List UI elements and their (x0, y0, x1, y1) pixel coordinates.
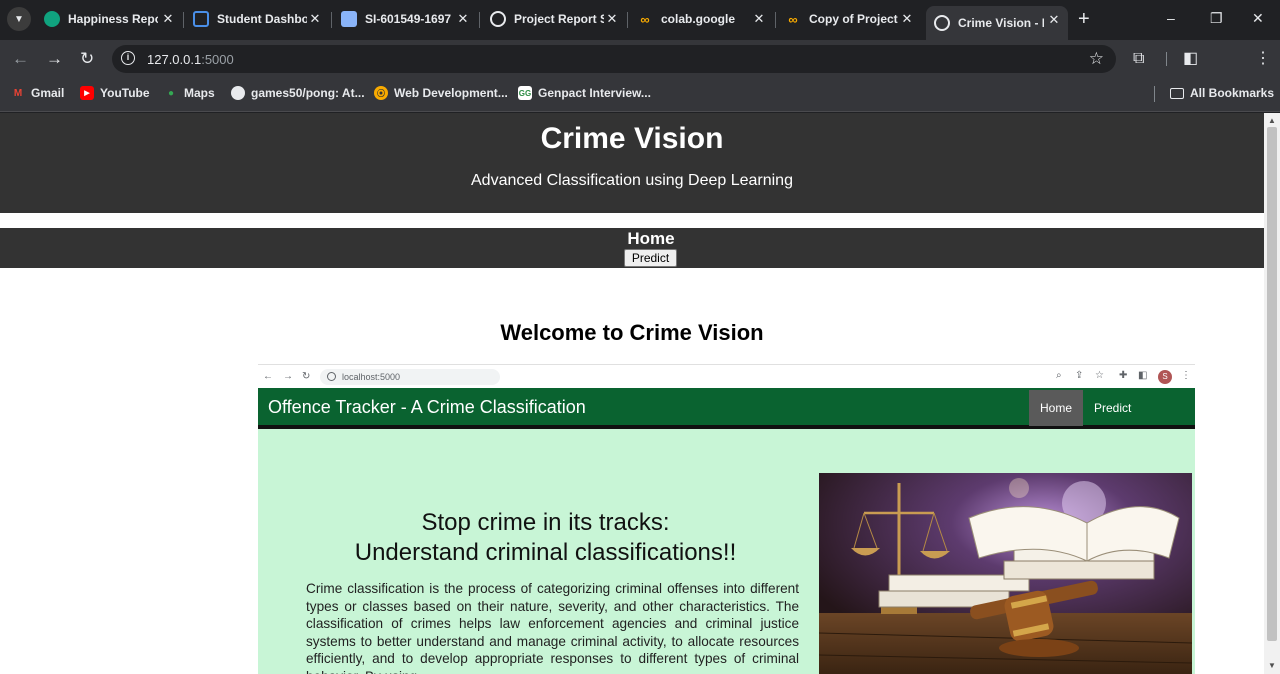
embedded-headline: Stop crime in its tracks: Understand cri… (354, 509, 737, 566)
close-tab-icon[interactable]: ✕ (307, 11, 323, 27)
embedded-screenshot: ← → ↻ localhost:5000 ⌕ ⇪ ☆ ✚ ◧ S ⋮ Offen… (258, 364, 1195, 674)
tab-colab-google[interactable]: ∞ colab.google ✕ (637, 6, 773, 32)
tab-si-document[interactable]: SI-601549-1697 ✕ (341, 6, 477, 32)
site-subtitle: Advanced Classification using Deep Learn… (471, 172, 793, 189)
browser-tabstrip: ▼ Happiness Repo ✕ Student Dashbo ✕ SI-6… (0, 0, 1280, 40)
welcome-heading: Welcome to Crime Vision (500, 320, 764, 345)
bookmark-genpact[interactable]: GG Genpact Interview... (518, 86, 651, 100)
embedded-extension-icon: ✚ (1119, 370, 1128, 381)
close-tab-icon[interactable]: ✕ (751, 11, 767, 27)
globe-icon (490, 11, 506, 27)
scroll-down-icon[interactable]: ▼ (1268, 661, 1276, 670)
geeksforgeeks-icon: GG (518, 86, 532, 100)
colab-icon: ∞ (640, 11, 650, 27)
embedded-star-icon: ☆ (1095, 370, 1104, 381)
tab-project-report[interactable]: Project Report S ✕ (490, 6, 626, 32)
bookmark-maps[interactable]: ● Maps (164, 86, 215, 100)
github-icon (231, 86, 245, 100)
embedded-navbar: Offence Tracker - A Crime Classification… (258, 388, 1195, 429)
scroll-up-icon[interactable]: ▲ (1268, 116, 1276, 125)
tab-search-button[interactable]: ▼ (7, 7, 31, 31)
back-icon[interactable]: ← (12, 49, 29, 69)
tab-happiness-report[interactable]: Happiness Repo ✕ (44, 6, 182, 32)
browser-toolbar: ← → ↻ i 127.0.0.1:5000 ☆ ⧉ ◧ ⋮ (0, 40, 1280, 109)
scrollbar-thumb[interactable] (1267, 127, 1277, 641)
folder-icon (1170, 87, 1184, 99)
bookmark-github-pong[interactable]: games50/pong: At... (231, 86, 365, 100)
embedded-share-icon: ⇪ (1075, 370, 1084, 381)
web-dev-icon: ⦿ (374, 86, 388, 100)
maps-icon: ● (167, 87, 175, 99)
nav-home-link[interactable]: Home (0, 229, 1264, 249)
all-bookmarks-button[interactable]: All Bookmarks (1170, 86, 1274, 100)
dashboard-icon (193, 11, 209, 27)
bookmark-star-icon[interactable]: ☆ (1089, 49, 1104, 69)
justice-books-gavel-image (819, 473, 1192, 674)
close-window-icon[interactable]: ✕ (1252, 10, 1264, 27)
bookmark-gmail[interactable]: M Gmail (11, 86, 65, 100)
youtube-icon: ▶ (80, 86, 94, 100)
site-info-icon[interactable]: i (121, 51, 135, 65)
reload-icon[interactable]: ↻ (80, 49, 94, 69)
site-title: Crime Vision (540, 122, 724, 155)
url-text: 127.0.0.1:5000 (147, 52, 234, 67)
embedded-menu-icon: ⋮ (1181, 370, 1191, 381)
gmail-icon: M (13, 87, 23, 99)
extensions-icon[interactable]: ⧉ (1133, 49, 1144, 69)
doc-icon (341, 11, 357, 27)
close-tab-icon[interactable]: ✕ (604, 11, 620, 27)
colab-icon: ∞ (788, 11, 798, 27)
embedded-paragraph: Crime classification is the process of c… (306, 581, 799, 674)
restore-icon[interactable]: ❐ (1210, 10, 1223, 27)
nav-predict-button[interactable]: Predict (624, 249, 677, 267)
bookmark-youtube[interactable]: ▶ YouTube (80, 86, 150, 100)
embedded-avatar: S (1158, 370, 1172, 384)
embedded-back-icon: ← (263, 371, 273, 382)
tab-copy-of-project[interactable]: ∞ Copy of Project ✕ (785, 6, 921, 32)
forward-icon[interactable]: → (46, 49, 63, 69)
embedded-nav-predict: Predict (1094, 401, 1132, 415)
openai-icon (44, 11, 60, 27)
page-scrollbar[interactable]: ▲ ▼ (1264, 113, 1280, 674)
tab-crime-vision[interactable]: Crime Vision - H ✕ (926, 6, 1068, 40)
page-viewport: Crime Vision Advanced Classification usi… (0, 113, 1264, 674)
embedded-browser-bar: ← → ↻ localhost:5000 ⌕ ⇪ ☆ ✚ ◧ S ⋮ (258, 364, 1195, 388)
embedded-brand: Offence Tracker - A Crime Classification (268, 397, 586, 417)
side-panel-icon[interactable]: ◧ (1183, 49, 1198, 69)
close-tab-icon[interactable]: ✕ (455, 11, 471, 27)
menu-kebab-icon[interactable]: ⋮ (1255, 49, 1271, 69)
site-nav: Home Predict (0, 228, 1264, 268)
close-tab-icon[interactable]: ✕ (899, 11, 915, 27)
embedded-sidepanel-icon: ◧ (1138, 370, 1148, 381)
embedded-reload-icon: ↻ (302, 371, 311, 382)
tab-student-dashboard[interactable]: Student Dashbo ✕ (193, 6, 329, 32)
address-bar[interactable]: i 127.0.0.1:5000 ☆ (112, 45, 1116, 73)
site-header: Crime Vision Advanced Classification usi… (0, 113, 1264, 213)
bookmarks-bar: M Gmail ▶ YouTube ● Maps games50/pong: A… (0, 78, 1280, 112)
bookmark-web-development[interactable]: ⦿ Web Development... (374, 86, 508, 100)
close-tab-icon[interactable]: ✕ (1046, 12, 1062, 28)
new-tab-icon[interactable]: + (1078, 9, 1090, 29)
embedded-forward-icon: → (283, 371, 293, 382)
minimize-icon[interactable]: – (1167, 10, 1175, 26)
close-tab-icon[interactable]: ✕ (160, 11, 176, 27)
embedded-zoom-icon: ⌕ (1056, 370, 1062, 381)
embedded-nav-home: Home (1029, 390, 1083, 426)
embedded-url: localhost:5000 (320, 369, 500, 385)
globe-icon (934, 15, 950, 31)
